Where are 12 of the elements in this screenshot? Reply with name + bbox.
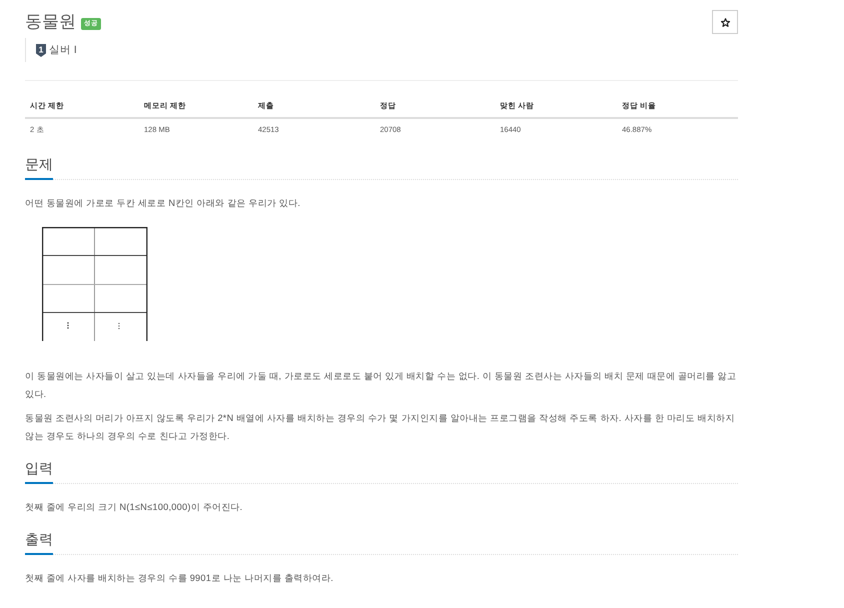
paragraph: 동물원 조련사의 머리가 아프지 않도록 우리가 2*N 배열에 사자를 배치하는 경우의 수가 몇 가지인지를 알아내는 프로그램을 작성해 주도록 하자. 사자를 한 마리도 배치하지 않는 경우도 하나의 경우의 수로 친다고 가정한다.: [25, 412, 736, 443]
problem-title: 동물원: [25, 11, 76, 33]
paragraph: 어떤 동물원에 가로로 두칸 세로로 N칸인 아래와 같은 우리가 있다.: [25, 197, 302, 210]
paragraph: 첫째 줄에 우리의 크기 N(1≤N≤100,000)이 주어진다.: [25, 501, 244, 514]
star-button[interactable]: [712, 10, 738, 34]
section-heading: 입력: [25, 457, 53, 484]
section-heading: 출력: [25, 528, 53, 555]
tier-badge: 1: [36, 44, 46, 56]
tier-label: 실버 I: [49, 43, 77, 57]
section-heading: 문제: [25, 153, 53, 180]
paragraph: 이 동물원에는 사자들이 살고 있는데 사자들을 우리에 가둘 때, 가로로도 세로로도 붙어 있게 배치할 수는 없다. 이 동물원 조련사는 사자들의 배치 문제 때문에 골머리를 앓고 있다.: [25, 370, 738, 401]
paragraph: 첫째 줄에 사자를 배치하는 경우의 수를 9901로 나눈 나머지를 출력하여라.: [25, 572, 334, 585]
